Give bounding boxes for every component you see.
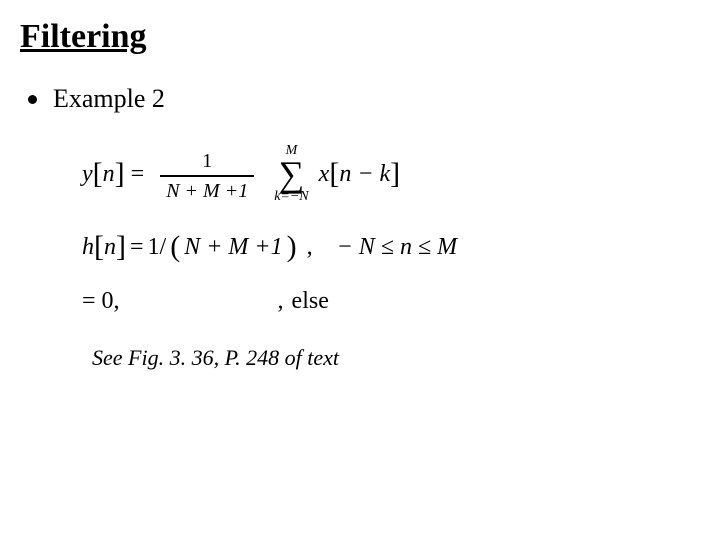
x-of-n-minus-k: x [ n − k ] [319, 159, 401, 189]
var-n: n [104, 234, 116, 261]
range-condition: − N ≤ n ≤ M [337, 234, 458, 261]
right-paren-icon: ) [287, 232, 297, 262]
bullet-label: Example 2 [53, 84, 165, 114]
var-n: n [103, 161, 115, 188]
comma: , [307, 234, 313, 261]
equation-2: h [ n ] = 1/ ( N + M +1 ) , − N ≤ n ≤ M [82, 232, 700, 262]
left-paren-icon: ( [170, 232, 180, 262]
var-h: h [82, 234, 94, 261]
bullet-item: Example 2 [28, 84, 700, 114]
h-of-n: h [ n ] [82, 232, 126, 262]
var-y: y [82, 161, 93, 188]
left-bracket-icon: [ [93, 159, 103, 189]
comma: , [278, 288, 284, 315]
right-bracket-icon: ] [116, 232, 126, 262]
var-x: x [319, 161, 330, 188]
equals-zero: = 0, [82, 288, 120, 315]
right-bracket-icon: ] [115, 159, 125, 189]
bullet-dot-icon [28, 95, 37, 104]
sum-argument: n − k [339, 161, 390, 188]
one-over: 1/ [148, 234, 167, 261]
right-bracket-icon: ] [390, 159, 400, 189]
fraction-denominator: N + M +1 [160, 177, 254, 205]
fraction: 1 N + M +1 [160, 147, 254, 205]
math-block: y [ n ] = 1 N + M +1 M ∑ k=−N x [ n − k … [82, 144, 700, 315]
equals-sign: = [131, 161, 145, 188]
sum-lower-limit: k=−N [274, 190, 308, 204]
equals-sign: = [130, 234, 144, 261]
sigma-icon: ∑ [279, 158, 305, 190]
footnote-reference: See Fig. 3. 36, P. 248 of text [92, 345, 700, 371]
summation: M ∑ k=−N [274, 144, 308, 204]
paren-inside: N + M +1 [184, 234, 282, 261]
equation-3: = 0, , else [82, 288, 700, 315]
left-bracket-icon: [ [329, 159, 339, 189]
y-of-n: y [ n ] [82, 159, 125, 189]
slide-title: Filtering [20, 18, 700, 56]
equation-1: y [ n ] = 1 N + M +1 M ∑ k=−N x [ n − k … [82, 144, 700, 204]
else-label: else [292, 288, 329, 315]
left-bracket-icon: [ [94, 232, 104, 262]
fraction-numerator: 1 [196, 147, 218, 175]
